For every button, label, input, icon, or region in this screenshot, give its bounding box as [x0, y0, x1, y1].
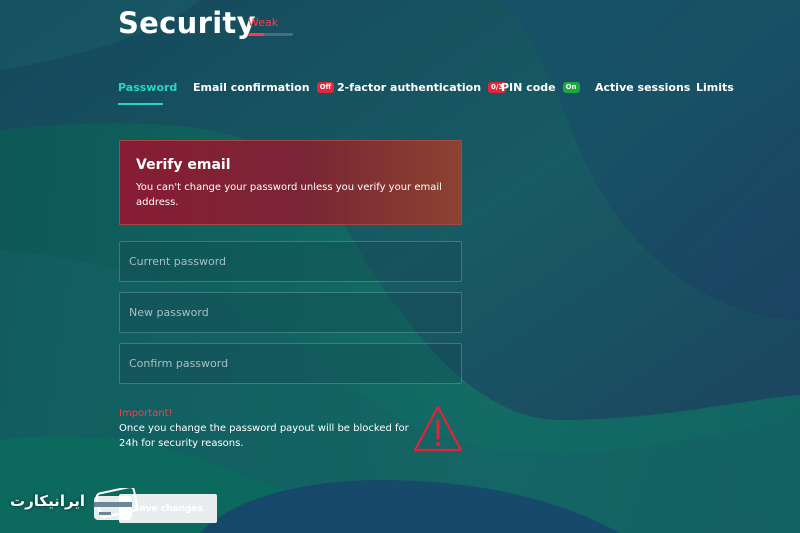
password-strength-indicator: Weak	[248, 16, 293, 36]
notice-text: Once you change the password payout will…	[119, 423, 409, 449]
alert-text: You can't change your password unless yo…	[136, 182, 442, 208]
alert-title: Verify email	[136, 157, 231, 173]
active-tab-indicator	[118, 103, 163, 105]
tab-pin-code[interactable]: PIN code On	[501, 80, 580, 94]
new-password-input[interactable]	[119, 292, 462, 333]
tab-active-sessions[interactable]: Active sessions	[595, 80, 690, 94]
verify-email-alert: Verify email You can't change your passw…	[119, 140, 462, 225]
status-badge: Off	[316, 81, 335, 93]
tab-label: Limits	[696, 80, 734, 94]
warning-icon	[413, 405, 463, 452]
watermark: ایرانیکارت	[10, 484, 140, 524]
strength-label: Weak	[248, 16, 279, 29]
tab-label: Active sessions	[595, 80, 691, 94]
tab-label: PIN code	[501, 80, 556, 94]
current-password-input[interactable]	[119, 241, 462, 282]
strength-fill	[248, 33, 264, 36]
watermark-text: ایرانیکارت	[10, 492, 86, 510]
important-notice: Important! Once you change the password …	[119, 408, 409, 451]
tab-limits[interactable]: Limits	[696, 80, 734, 94]
tab-label: 2-factor authentication	[337, 80, 482, 94]
tab-email-confirmation[interactable]: Email confirmation Off	[193, 80, 335, 94]
notice-title: Important!	[119, 408, 173, 419]
tab-label: Email confirmation	[193, 80, 310, 94]
confirm-password-input[interactable]	[119, 343, 462, 384]
tab-label: Password	[118, 80, 178, 94]
tab-password[interactable]: Password	[118, 80, 178, 105]
strength-track	[248, 33, 293, 36]
page-title: Security	[118, 6, 256, 40]
status-badge: On	[562, 81, 580, 93]
tab-2-factor-authentication[interactable]: 2-factor authentication 0/3	[337, 80, 507, 94]
credit-card-logo-icon	[94, 488, 139, 520]
